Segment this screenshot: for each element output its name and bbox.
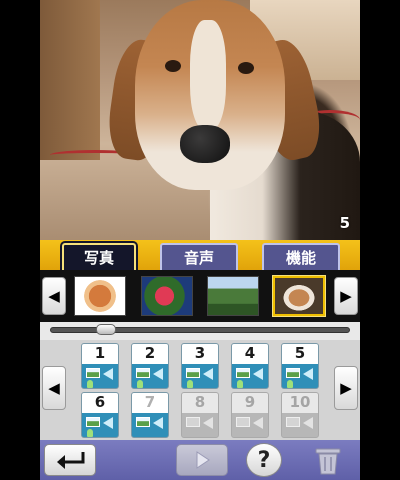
back-button[interactable] bbox=[44, 444, 96, 476]
mic-icon bbox=[87, 380, 93, 388]
speaker-icon bbox=[303, 368, 313, 380]
speaker-icon bbox=[103, 368, 113, 380]
tab-photo[interactable]: 写真 bbox=[62, 243, 136, 270]
slot-number: 7 bbox=[144, 393, 156, 411]
slot-number: 10 bbox=[289, 393, 311, 411]
slot-number: 9 bbox=[244, 393, 256, 411]
photo-icon bbox=[286, 417, 300, 427]
speaker-icon bbox=[253, 417, 263, 429]
trash-button[interactable] bbox=[310, 444, 346, 476]
help-label: ? bbox=[257, 447, 271, 473]
tab-function[interactable]: 機能 bbox=[262, 243, 340, 270]
speaker-icon bbox=[153, 417, 163, 429]
photo-counter: 5 bbox=[339, 214, 350, 232]
thumbnail-dog[interactable] bbox=[273, 276, 325, 316]
speaker-icon bbox=[303, 417, 313, 429]
back-arrow-icon bbox=[57, 452, 85, 469]
slot-number: 5 bbox=[294, 344, 306, 362]
slot-3[interactable]: 3 bbox=[181, 343, 219, 389]
speaker-icon bbox=[153, 368, 163, 380]
slot-6[interactable]: 6 bbox=[81, 392, 119, 438]
dog-eye bbox=[165, 60, 181, 72]
thumbnail-strip: ◀ ▶ bbox=[40, 270, 360, 322]
play-button[interactable] bbox=[176, 444, 228, 476]
triangle-left-icon: ◀ bbox=[48, 379, 60, 397]
slot-number: 4 bbox=[244, 344, 256, 362]
slots-next-button[interactable]: ▶ bbox=[334, 366, 358, 410]
speaker-icon bbox=[103, 417, 113, 429]
slot-number: 1 bbox=[94, 344, 106, 362]
triangle-right-icon: ▶ bbox=[340, 379, 352, 397]
photo-icon bbox=[286, 368, 300, 378]
dog-blaze bbox=[190, 20, 226, 130]
slot-number: 3 bbox=[194, 344, 206, 362]
mic-icon bbox=[137, 380, 143, 388]
slot-2[interactable]: 2 bbox=[131, 343, 169, 389]
tab-bar: 写真 音声 機能 bbox=[40, 240, 360, 270]
dog-eye bbox=[238, 62, 254, 74]
thumbnail-prev-button[interactable]: ◀ bbox=[42, 277, 66, 315]
slot-8: 8 bbox=[181, 392, 219, 438]
photo-icon bbox=[136, 368, 150, 378]
triangle-right-icon: ▶ bbox=[340, 287, 352, 305]
photo-icon bbox=[236, 417, 250, 427]
mic-icon bbox=[187, 380, 193, 388]
photo-icon bbox=[86, 368, 100, 378]
photo-icon bbox=[186, 417, 200, 427]
help-button[interactable]: ? bbox=[246, 443, 282, 477]
mic-icon bbox=[87, 429, 93, 437]
tab-audio[interactable]: 音声 bbox=[160, 243, 238, 270]
trash-icon bbox=[315, 448, 341, 475]
speaker-icon bbox=[203, 368, 213, 380]
slot-7[interactable]: 7 bbox=[131, 392, 169, 438]
thumbnail-next-button[interactable]: ▶ bbox=[334, 277, 358, 315]
photo-preview: 5 bbox=[40, 0, 360, 240]
photo-icon bbox=[186, 368, 200, 378]
photo-icon bbox=[86, 417, 100, 427]
background-door bbox=[40, 0, 100, 160]
dog-nose bbox=[180, 125, 230, 163]
slot-number: 2 bbox=[144, 344, 156, 362]
triangle-left-icon: ◀ bbox=[48, 287, 60, 305]
bottom-toolbar: ? bbox=[40, 440, 360, 480]
thumbnail-flowers[interactable] bbox=[141, 276, 193, 316]
thumbnail-scrollbar[interactable] bbox=[50, 327, 350, 333]
mic-icon bbox=[287, 380, 293, 388]
touch-screen: 写真 音声 機能 ◀ ▶ ◀ 1 2 3 4 5 6 7 8 9 10 ▶ ? bbox=[40, 240, 360, 480]
slot-10: 10 bbox=[281, 392, 319, 438]
play-icon bbox=[196, 451, 210, 469]
slot-5[interactable]: 5 bbox=[281, 343, 319, 389]
slot-grid: ◀ 1 2 3 4 5 6 7 8 9 10 ▶ bbox=[40, 340, 360, 440]
speaker-icon bbox=[253, 368, 263, 380]
photo-icon bbox=[236, 368, 250, 378]
thumbnail-mountains[interactable] bbox=[207, 276, 259, 316]
slot-4[interactable]: 4 bbox=[231, 343, 269, 389]
thumbnail-food[interactable] bbox=[74, 276, 126, 316]
mic-icon bbox=[237, 380, 243, 388]
slot-number: 8 bbox=[194, 393, 206, 411]
slot-1[interactable]: 1 bbox=[81, 343, 119, 389]
slots-prev-button[interactable]: ◀ bbox=[42, 366, 66, 410]
thumbnail-scrollbar-handle[interactable] bbox=[96, 324, 116, 335]
photo-icon bbox=[136, 417, 150, 427]
speaker-icon bbox=[203, 417, 213, 429]
slot-9: 9 bbox=[231, 392, 269, 438]
slot-number: 6 bbox=[94, 393, 106, 411]
